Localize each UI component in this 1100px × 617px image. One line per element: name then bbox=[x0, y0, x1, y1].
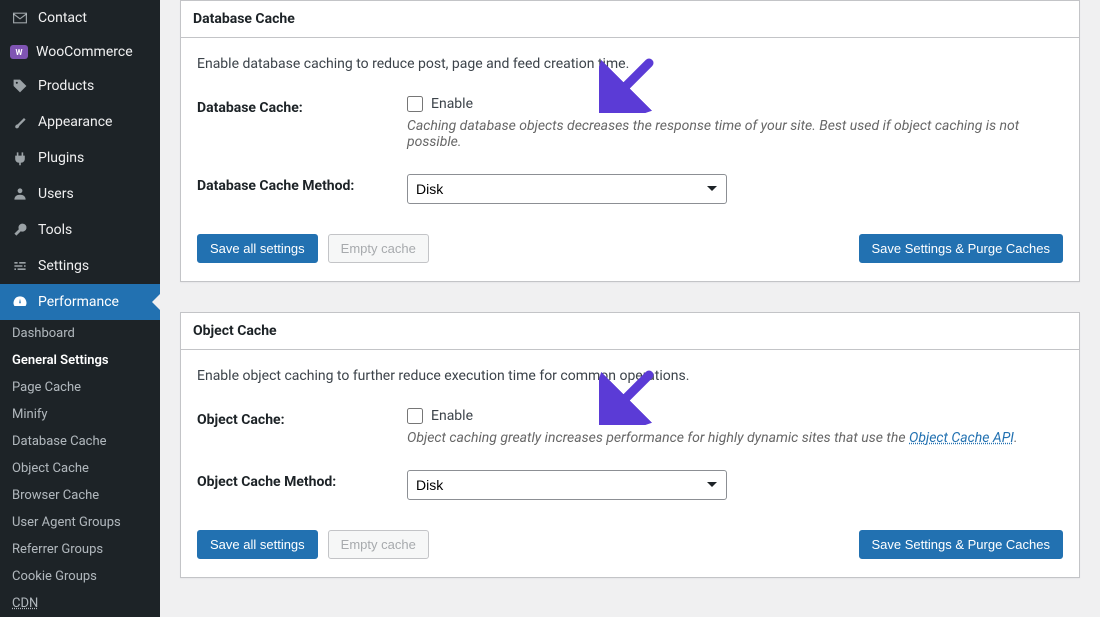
plugin-icon bbox=[10, 148, 30, 168]
checkbox-label: Enable bbox=[431, 408, 473, 424]
menu-label: Performance bbox=[38, 294, 119, 310]
menu-item-appearance[interactable]: Appearance bbox=[0, 104, 160, 140]
save-purge-button[interactable]: Save Settings & Purge Caches bbox=[859, 530, 1064, 559]
menu-label: Appearance bbox=[38, 114, 112, 130]
submenu-item-cookie-groups[interactable]: Cookie Groups bbox=[0, 563, 160, 590]
submenu-item-general-settings[interactable]: General Settings bbox=[0, 347, 160, 374]
database-cache-method-select[interactable]: Disk bbox=[407, 174, 727, 204]
menu-item-products[interactable]: Products bbox=[0, 68, 160, 104]
tag-icon bbox=[10, 76, 30, 96]
row-label: Database Cache Method: bbox=[197, 174, 407, 194]
submenu-item-referrer-groups[interactable]: Referrer Groups bbox=[0, 536, 160, 563]
menu-label: Users bbox=[38, 186, 74, 202]
main-content: Database Cache Enable database caching t… bbox=[160, 0, 1100, 610]
object-cache-method-select[interactable]: Disk bbox=[407, 470, 727, 500]
envelope-icon bbox=[10, 8, 30, 28]
menu-item-tools[interactable]: Tools bbox=[0, 212, 160, 248]
menu-item-settings[interactable]: Settings bbox=[0, 248, 160, 284]
object-cache-api-link[interactable]: Object Cache API bbox=[909, 430, 1014, 446]
menu-item-contact[interactable]: Contact bbox=[0, 0, 160, 36]
object-cache-enable-row: Object Cache: Enable Object caching grea… bbox=[197, 408, 1063, 446]
submenu-item-minify[interactable]: Minify bbox=[0, 401, 160, 428]
menu-item-performance[interactable]: Performance bbox=[0, 284, 160, 320]
object-cache-section: Object Cache Enable object caching to fu… bbox=[180, 312, 1080, 578]
submenu-item-cdn[interactable]: CDN bbox=[0, 590, 160, 617]
submenu-item-object-cache[interactable]: Object Cache bbox=[0, 455, 160, 482]
checkbox-label: Enable bbox=[431, 96, 473, 112]
admin-sidebar: Contact W WooCommerce Products Appearanc… bbox=[0, 0, 160, 610]
submenu-performance: Dashboard General Settings Page Cache Mi… bbox=[0, 320, 160, 617]
save-purge-button[interactable]: Save Settings & Purge Caches bbox=[859, 234, 1064, 263]
database-cache-enable-row: Database Cache: Enable Caching database … bbox=[197, 96, 1063, 150]
menu-label: Contact bbox=[38, 10, 87, 26]
menu-label: Tools bbox=[38, 222, 72, 238]
enable-hint: Object caching greatly increases perform… bbox=[407, 430, 1063, 446]
section-title: Database Cache bbox=[181, 1, 1079, 38]
menu-label: Plugins bbox=[38, 150, 84, 166]
menu-label: WooCommerce bbox=[36, 44, 133, 60]
submenu-item-browser-cache[interactable]: Browser Cache bbox=[0, 482, 160, 509]
gauge-icon bbox=[10, 292, 30, 312]
enable-hint: Caching database objects decreases the r… bbox=[407, 118, 1063, 150]
database-cache-enable-checkbox[interactable] bbox=[407, 96, 423, 112]
row-label: Object Cache: bbox=[197, 408, 407, 428]
section-description: Enable database caching to reduce post, … bbox=[197, 56, 1063, 72]
object-cache-enable-checkbox[interactable] bbox=[407, 408, 423, 424]
submenu-item-database-cache[interactable]: Database Cache bbox=[0, 428, 160, 455]
menu-label: Settings bbox=[38, 258, 89, 274]
row-label: Object Cache Method: bbox=[197, 470, 407, 490]
menu-item-users[interactable]: Users bbox=[0, 176, 160, 212]
menu-item-woocommerce[interactable]: W WooCommerce bbox=[0, 36, 160, 68]
row-label: Database Cache: bbox=[197, 96, 407, 116]
button-row: Save all settings Empty cache Save Setti… bbox=[197, 524, 1063, 559]
database-cache-method-row: Database Cache Method: Disk bbox=[197, 174, 1063, 204]
menu-item-plugins[interactable]: Plugins bbox=[0, 140, 160, 176]
object-cache-method-row: Object Cache Method: Disk bbox=[197, 470, 1063, 500]
database-cache-section: Database Cache Enable database caching t… bbox=[180, 0, 1080, 282]
woo-icon: W bbox=[10, 45, 28, 59]
button-row: Save all settings Empty cache Save Setti… bbox=[197, 228, 1063, 263]
save-all-button[interactable]: Save all settings bbox=[197, 530, 318, 559]
menu-label: Products bbox=[38, 78, 94, 94]
submenu-item-page-cache[interactable]: Page Cache bbox=[0, 374, 160, 401]
section-description: Enable object caching to further reduce … bbox=[197, 368, 1063, 384]
save-all-button[interactable]: Save all settings bbox=[197, 234, 318, 263]
users-icon bbox=[10, 184, 30, 204]
brush-icon bbox=[10, 112, 30, 132]
sliders-icon bbox=[10, 256, 30, 276]
empty-cache-button[interactable]: Empty cache bbox=[328, 234, 429, 263]
submenu-item-dashboard[interactable]: Dashboard bbox=[0, 320, 160, 347]
wrench-icon bbox=[10, 220, 30, 240]
section-title: Object Cache bbox=[181, 313, 1079, 350]
submenu-item-user-agent-groups[interactable]: User Agent Groups bbox=[0, 509, 160, 536]
empty-cache-button[interactable]: Empty cache bbox=[328, 530, 429, 559]
